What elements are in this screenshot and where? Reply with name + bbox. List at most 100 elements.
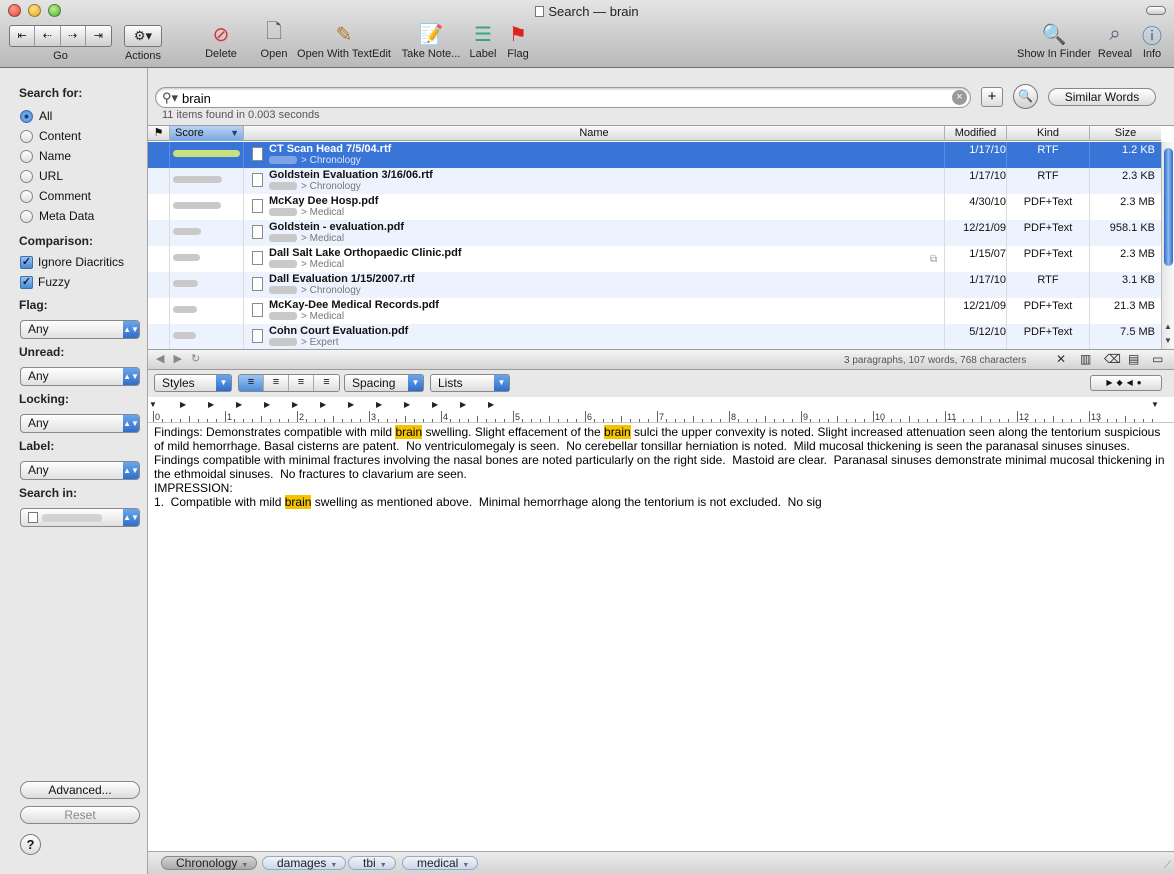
table-row[interactable]: McKay Dee Hosp.pdf > Medical 4/30/10 PDF+Te… <box>148 194 1161 220</box>
table-row[interactable]: Cohn Court Evaluation.pdf > Expert 5/12/10… <box>148 324 1161 350</box>
radio-all[interactable]: All <box>20 109 52 123</box>
table-row[interactable]: Dall Salt Lake Orthopaedic Clinic.pdf > M… <box>148 246 1161 272</box>
document-text-editor[interactable]: Findings: Demonstrates compatible with m… <box>148 423 1174 851</box>
fuzzy-checkbox[interactable]: ✓ Fuzzy <box>20 275 70 289</box>
tag-damages[interactable]: damages ▼ <box>262 856 347 870</box>
tab-stop-icon[interactable]: ▶ <box>208 400 214 409</box>
resize-grip-icon[interactable]: ⟋ <box>1164 860 1171 871</box>
actions-button[interactable]: ⚙▾ Actions <box>120 20 166 62</box>
table-row[interactable]: Goldstein Evaluation 3/16/06.rtf > Chrono… <box>148 168 1161 194</box>
tab-stop-icon[interactable]: ▶ <box>460 400 466 409</box>
back-icon[interactable]: ⇠ <box>35 26 61 46</box>
align-justify-icon[interactable]: ≡ <box>289 375 314 391</box>
tag-medical[interactable]: medical ▼ <box>402 856 479 870</box>
show-in-finder-button[interactable]: 🔍 Show In Finder <box>1014 20 1094 61</box>
refresh-icon[interactable]: ↻ <box>191 353 209 365</box>
reset-button[interactable]: Reset <box>20 806 140 824</box>
search-input[interactable] <box>182 90 942 106</box>
align-left-icon[interactable]: ≡ <box>239 375 264 391</box>
checkmark-icon[interactable]: ✓ <box>20 275 33 289</box>
radio-url[interactable]: URL <box>20 169 63 183</box>
kind-column-header[interactable]: Kind <box>1007 126 1090 141</box>
back-arrow-icon[interactable]: ◀ <box>156 353 173 365</box>
results-scrollbar[interactable]: ▲ ▼ <box>1161 142 1174 350</box>
flag-cell[interactable] <box>148 324 170 350</box>
table-row[interactable]: CT Scan Head 7/5/04.rtf > Chronology 1/17/… <box>148 142 1161 168</box>
reveal-button[interactable]: ⌕ Reveal <box>1096 20 1134 61</box>
flag-cell[interactable] <box>148 194 170 220</box>
ruler[interactable]: 0 1 2 3 4 5 6 7 8 9 10 11 12 13 ▶ ▶ ▶ ▶ ▶ ▶ ▶ ▶ ▶ ▶ ▶ ▶ ▼ ▼ <box>148 397 1174 423</box>
tab-stop-icon[interactable]: ▶ <box>404 400 410 409</box>
tab-stop-icon[interactable]: ▶ <box>292 400 298 409</box>
left-margin-icon[interactable]: ▼ <box>149 400 157 409</box>
collapse-icon[interactable]: ▭ <box>1152 352 1163 366</box>
radio-comment[interactable]: Comment <box>20 189 91 203</box>
flag-cell[interactable] <box>148 298 170 324</box>
search-button[interactable]: 🔍 <box>1013 84 1038 109</box>
align-right-icon[interactable]: ≡ <box>314 375 339 391</box>
table-row[interactable]: McKay-Dee Medical Records.pdf > Medical 12… <box>148 298 1161 324</box>
tab-stop-icon[interactable]: ▶ <box>488 400 494 409</box>
help-button[interactable]: ? <box>20 834 41 855</box>
first-icon[interactable]: ⇤ <box>10 26 36 46</box>
tab-stop-icon[interactable]: ▶ <box>264 400 270 409</box>
align-center-icon[interactable]: ≡ <box>264 375 289 391</box>
label-button[interactable]: ☰ Label <box>466 20 500 61</box>
close-document-icon[interactable]: ✕ <box>1056 352 1066 366</box>
ignore-diacritics-checkbox[interactable]: ✓ Ignore Diacritics <box>20 255 124 269</box>
search-icon[interactable]: ⚲▾ <box>162 90 178 106</box>
clear-search-icon[interactable]: × <box>952 90 967 105</box>
gear-icon[interactable]: ⚙▾ <box>124 25 162 47</box>
radio-all-dot[interactable] <box>20 109 33 123</box>
scroll-up-icon[interactable]: ▲ <box>1164 322 1172 331</box>
radio-name-dot[interactable] <box>20 149 33 163</box>
similar-words-button[interactable]: Similar Words <box>1048 88 1156 106</box>
open-with-textedit-button[interactable]: ✎ Open With TextEdit <box>294 20 394 61</box>
size-column-header[interactable]: Size <box>1090 126 1161 141</box>
styles-popup[interactable]: Styles ▼ <box>154 374 232 392</box>
radio-content[interactable]: Content <box>20 129 81 143</box>
tab-stop-icon[interactable]: ▶ <box>376 400 382 409</box>
results-scroll-thumb[interactable] <box>1164 148 1173 266</box>
tag-tbi[interactable]: tbi ▼ <box>348 856 396 870</box>
unread-popup[interactable]: Any ▲▼ <box>20 367 140 386</box>
forward-arrow-icon[interactable]: ▶ <box>173 353 190 365</box>
modified-column-header[interactable]: Modified <box>945 126 1007 141</box>
take-note-button[interactable]: 📝 Take Note... <box>399 20 463 61</box>
open-button[interactable]: 🗋 Open <box>256 20 292 60</box>
info-button[interactable]: ⓘ Info <box>1138 20 1166 61</box>
scroll-down-icon[interactable]: ▼ <box>1164 336 1172 345</box>
label-popup[interactable]: Any ▲▼ <box>20 461 140 480</box>
radio-meta-data-dot[interactable] <box>20 209 33 223</box>
radio-url-dot[interactable] <box>20 169 33 183</box>
flag-cell[interactable] <box>148 142 170 168</box>
flag-cell[interactable] <box>148 220 170 246</box>
trash-icon[interactable]: ⌫ <box>1104 352 1121 366</box>
toolbar-toggle-button[interactable] <box>1146 6 1166 15</box>
locking-popup[interactable]: Any ▲▼ <box>20 414 140 433</box>
tab-stop-icon[interactable]: ▶ <box>320 400 326 409</box>
tab-stop-icon[interactable]: ▶ <box>180 400 186 409</box>
split-view-icon[interactable]: ▥ <box>1080 352 1091 366</box>
document-view-icon[interactable]: ▤ <box>1128 352 1139 366</box>
checkmark-icon[interactable]: ✓ <box>20 255 33 269</box>
tab-stop-icon[interactable]: ▶ <box>236 400 242 409</box>
lists-popup[interactable]: Lists ▼ <box>430 374 510 392</box>
score-column-header[interactable]: Score ▼ <box>170 126 244 141</box>
spacing-popup[interactable]: Spacing ▼ <box>344 374 424 392</box>
flag-cell[interactable] <box>148 168 170 194</box>
flag-column-header[interactable]: ⚑ <box>148 126 170 141</box>
radio-content-dot[interactable] <box>20 129 33 143</box>
table-row[interactable]: Dall Evaluation 1/15/2007.rtf > Chronolog… <box>148 272 1161 298</box>
advanced-button[interactable]: Advanced... <box>20 781 140 799</box>
add-search-button[interactable]: + <box>981 87 1003 107</box>
flag-button[interactable]: ⚑ Flag <box>502 20 534 61</box>
name-column-header[interactable]: Name <box>244 126 945 141</box>
search-in-popup[interactable]: ▲▼ <box>20 508 140 527</box>
tab-stop-icon[interactable]: ▶ <box>348 400 354 409</box>
search-field[interactable]: ⚲▾ × <box>155 87 971 108</box>
radio-comment-dot[interactable] <box>20 189 33 203</box>
radio-meta-data[interactable]: Meta Data <box>20 209 94 223</box>
right-margin-icon[interactable]: ▼ <box>1151 400 1159 409</box>
tab-stop-controls[interactable]: ▶◆◀● <box>1090 375 1162 391</box>
